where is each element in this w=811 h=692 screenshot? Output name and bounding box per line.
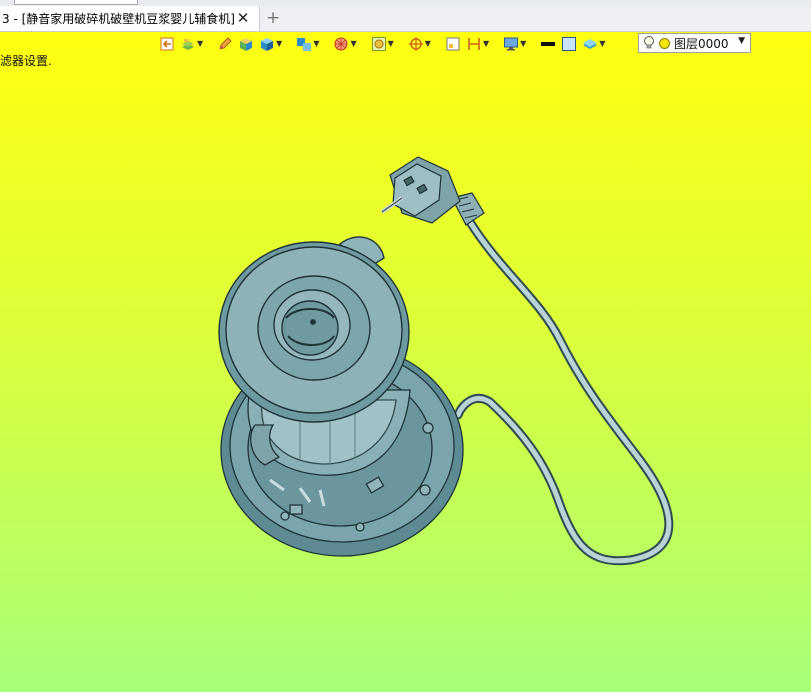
power-plug [380,156,485,226]
tab-document[interactable]: 3 - [静音家用破碎机破壁机豆浆婴儿辅食机] ✕ [0,6,260,31]
command-input[interactable] [14,0,138,5]
tab-bar: 3 - [静音家用破碎机破壁机豆浆婴儿辅食机] ✕ + [0,6,811,32]
power-cord [453,217,674,566]
3d-viewport[interactable]: 滤器设置. ▼ ▼ ▼ ▼ ▼ ▼ ▼ ▼ ▼ 图层0000 ▼ [0,32,811,692]
3d-model[interactable] [0,32,811,692]
blender-lid [218,236,410,423]
new-tab-button[interactable]: + [264,9,282,27]
tab-title: 3 - [静音家用破碎机破壁机豆浆婴儿辅食机] [2,12,235,26]
close-icon[interactable]: ✕ [235,9,251,27]
